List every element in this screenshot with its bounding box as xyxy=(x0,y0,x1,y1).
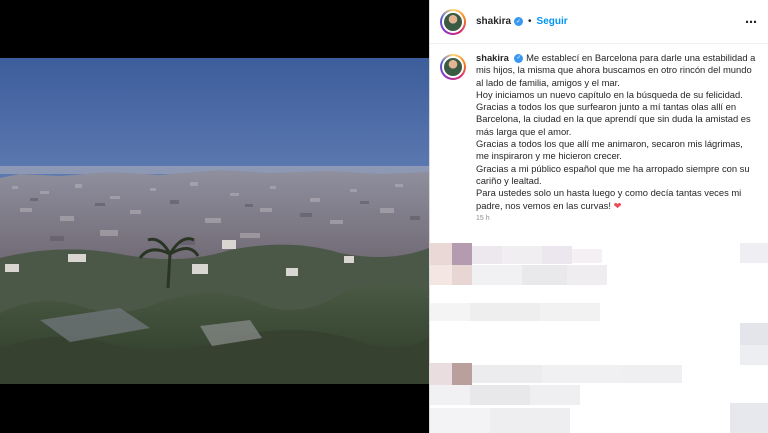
verified-badge-icon: ✓ xyxy=(514,17,524,26)
caption-line-1: shakira ✓ Me establecí en Barcelona para… xyxy=(476,52,758,89)
avatar-image xyxy=(442,56,464,78)
post-media[interactable] xyxy=(0,0,429,433)
caption-last-line: Para ustedes solo un hasta luego y como … xyxy=(476,187,758,212)
post-header: shakira ✓ • Seguir ⋯ xyxy=(430,0,768,44)
caption-paragraph: Gracias a mi público español que me ha a… xyxy=(476,162,750,186)
profile-avatar[interactable] xyxy=(440,8,466,35)
pixelated-comments xyxy=(430,243,768,433)
city-landscape-image xyxy=(0,58,429,384)
more-options-icon[interactable]: ⋯ xyxy=(745,15,758,29)
instagram-post: shakira ✓ • Seguir ⋯ shakira ✓ Me establ… xyxy=(0,0,768,433)
header-username[interactable]: shakira xyxy=(476,16,511,27)
caption-paragraph: Para ustedes solo un hasta luego y como … xyxy=(476,187,742,211)
caption-paragraph: Gracias a todos los que allí me animaron… xyxy=(476,138,743,162)
caption-username[interactable]: shakira xyxy=(476,52,509,63)
heart-emoji-icon: ❤ xyxy=(613,199,622,211)
caption-avatar[interactable] xyxy=(440,54,466,80)
caption-area: shakira ✓ Me establecí en Barcelona para… xyxy=(430,44,768,225)
caption-text: shakira ✓ Me establecí en Barcelona para… xyxy=(476,52,758,225)
follow-button[interactable]: Seguir xyxy=(537,16,568,27)
avatar-image xyxy=(442,10,464,33)
post-details-panel: shakira ✓ • Seguir ⋯ shakira ✓ Me establ… xyxy=(429,0,768,433)
caption-paragraph: Gracias a todos los que surfearon junto … xyxy=(476,101,751,137)
caption-paragraph: Hoy iniciamos un nuevo capítulo en la bú… xyxy=(476,88,743,100)
verified-badge-icon: ✓ xyxy=(514,54,524,64)
separator-dot: • xyxy=(528,16,532,27)
post-timestamp[interactable]: 15 h xyxy=(476,213,758,225)
barcelona-photo[interactable] xyxy=(0,58,429,384)
